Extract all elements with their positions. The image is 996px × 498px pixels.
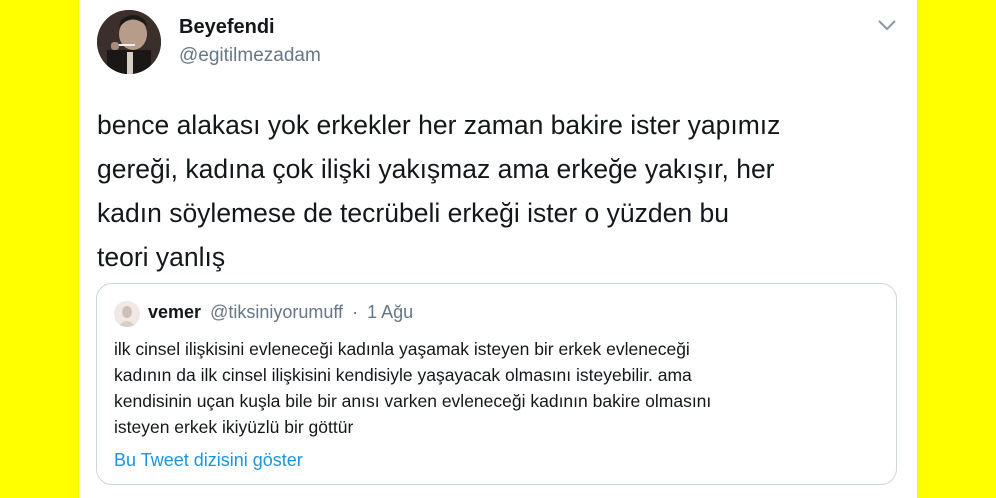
quoted-header: vemer @tiksiniyorumuff · 1 Ağu xyxy=(148,302,413,323)
quoted-text: ilk cinsel ilişkisini evleneceği kadınla… xyxy=(114,339,712,437)
chevron-down-icon[interactable] xyxy=(877,18,897,32)
author-name[interactable]: Beyefendi xyxy=(179,16,275,39)
quoted-author-handle[interactable]: @tiksiniyorumuff xyxy=(210,302,343,322)
quoted-separator: · xyxy=(352,302,359,322)
avatar[interactable] xyxy=(97,10,161,74)
author-handle[interactable]: @egitilmezadam xyxy=(179,45,321,67)
tweet-text: bence alakası yok erkekler her zaman bak… xyxy=(97,110,781,272)
show-thread-link[interactable]: Bu Tweet dizisini göster xyxy=(114,450,303,471)
quoted-avatar-photo xyxy=(114,301,140,327)
tweet-card: Beyefendi @egitilmezadam bence alakası y… xyxy=(79,0,917,498)
avatar-photo xyxy=(97,10,161,74)
quoted-avatar[interactable] xyxy=(114,301,140,327)
quoted-author-name[interactable]: vemer xyxy=(148,302,201,322)
quoted-date[interactable]: 1 Ağu xyxy=(367,302,413,322)
quoted-tweet[interactable]: vemer @tiksiniyorumuff · 1 Ağu ilk cinse… xyxy=(96,283,897,485)
